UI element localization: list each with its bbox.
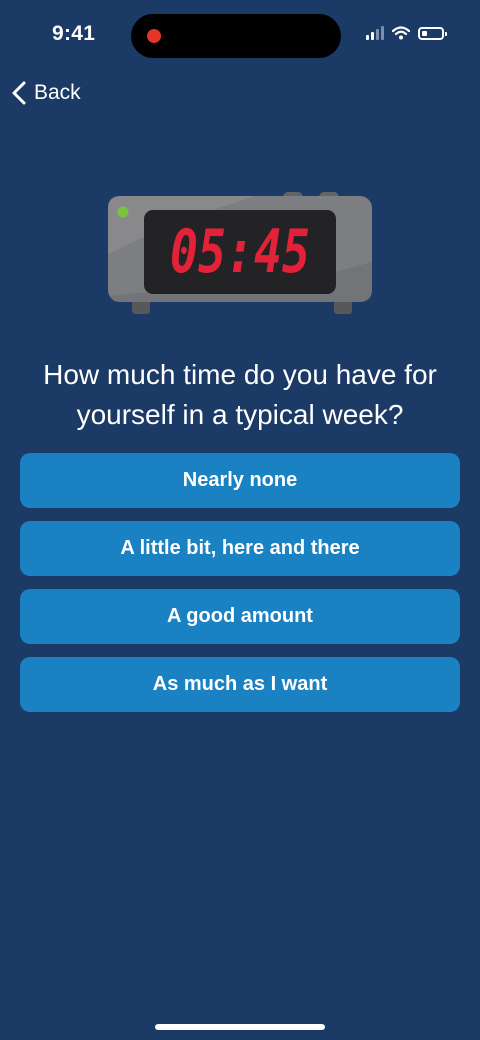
dynamic-island [131,14,341,58]
option-as-much-as-i-want-button[interactable]: As much as I want [20,657,460,712]
cellular-signal-icon [366,26,384,40]
indicator-light [117,206,129,218]
battery-level [422,30,427,36]
back-label: Back [34,81,81,104]
clock-display-time: 05:45 [170,217,310,287]
option-good-amount-button[interactable]: A good amount [20,589,460,644]
wifi-icon [392,26,410,40]
status-bar: 9:41 [0,0,480,70]
status-icons [366,26,447,40]
home-indicator[interactable] [155,1024,325,1030]
option-a-little-bit-button[interactable]: A little bit, here and there [20,521,460,576]
chevron-left-icon [12,81,26,105]
answer-options: Nearly none A little bit, here and there… [20,453,460,725]
option-nearly-none-button[interactable]: Nearly none [20,453,460,508]
question-title: How much time do you have for yourself i… [0,355,480,435]
recording-indicator-icon [147,29,161,43]
status-time: 9:41 [52,22,96,45]
alarm-clock-illustration: 05:45 [108,192,372,314]
question-line-1: How much time do you have for [43,358,437,390]
back-button[interactable]: Back [10,78,81,108]
battery-icon [418,26,447,40]
question-line-2: yourself in a typical week? [76,398,404,430]
